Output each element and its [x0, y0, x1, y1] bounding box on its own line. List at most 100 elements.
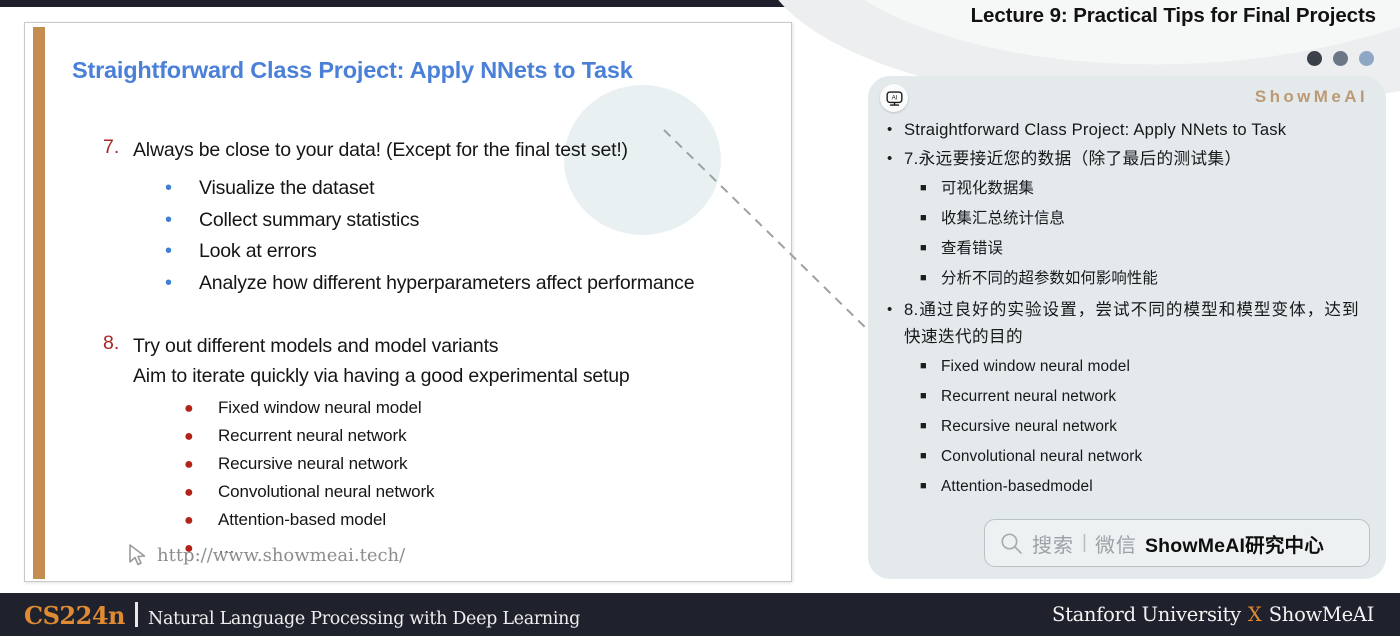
panel-subitem-label: 查看错误 — [941, 240, 1003, 257]
panel-subitem: ■ 分析不同的超参数如何影响性能 — [882, 264, 1372, 293]
square-bullet-icon: ■ — [920, 182, 927, 194]
item-8-sublist: ● Fixed window neural model ● Recurrent … — [184, 398, 435, 566]
list-item: • Look at errors — [165, 240, 694, 263]
panel-subitem: ■ Attention-basedmodel — [882, 472, 1372, 501]
sublist-label: Collect summary statistics — [199, 208, 420, 231]
square-bullet-icon: ■ — [920, 450, 927, 462]
slide-screenshot: Lecture 9: Practical Tips for Final Proj… — [0, 0, 1400, 636]
bullet-icon: • — [165, 208, 173, 231]
sublist-label: Analyze how different hyperparameters af… — [199, 271, 695, 294]
panel-subitem-label: Recursive neural network — [941, 418, 1118, 435]
panel-text-cn-item8: 8.通过良好的实验设置，尝试不同的模型和模型变体，达到快速迭代的目的 — [904, 300, 1359, 346]
list-item: ● Fixed window neural model — [184, 398, 434, 418]
bullet-icon: ● — [184, 456, 194, 473]
item-8-number: 8. — [103, 332, 120, 354]
square-bullet-icon: ■ — [920, 360, 927, 372]
panel-subitem: ■ Recurrent neural network — [882, 382, 1372, 411]
item-8-text-block: Try out different models and model varia… — [133, 332, 630, 391]
bullet-icon: • — [887, 150, 893, 167]
showmeai-brand-logo: ShowMeAI — [1254, 87, 1368, 106]
lecture-title: Lecture 9: Practical Tips for Final Proj… — [970, 4, 1376, 27]
search-channel-text: 微信 — [1094, 534, 1137, 557]
sublist-label: Look at errors — [199, 240, 317, 262]
slide-content: Straightforward Class Project: Apply NNe… — [59, 23, 785, 581]
list-item: ● Attention-based model — [184, 510, 434, 530]
bullet-icon: ● — [184, 428, 194, 445]
slide-left-accent-bar — [33, 27, 45, 579]
panel-subitem: ■ Convolutional neural network — [882, 442, 1372, 471]
sublist-label: Attention-based model — [218, 510, 387, 529]
list-item: • Collect summary statistics — [165, 209, 694, 232]
sublist-label: Convolutional neural network — [218, 482, 435, 501]
panel-subitem-label: Fixed window neural model — [941, 358, 1130, 375]
panel-subitem: ■ 可视化数据集 — [882, 174, 1372, 203]
page-indicator-dots — [1307, 51, 1374, 66]
dot-indicator-2 — [1333, 51, 1348, 66]
search-placeholder-text: 搜索 — [1032, 534, 1074, 557]
square-bullet-icon: ■ — [920, 272, 927, 284]
sublist-label: Visualize the dataset — [199, 177, 375, 199]
square-bullet-icon: ■ — [920, 480, 927, 492]
panel-text-cn-item7: 7.永远要接近您的数据（除了最后的测试集） — [904, 149, 1242, 168]
bottom-bar: CS224n Natural Language Processing with … — [0, 593, 1400, 636]
bullet-icon: • — [887, 301, 893, 318]
list-item: • Visualize the dataset — [165, 177, 694, 200]
bullet-icon: ● — [184, 400, 194, 417]
item-7-number: 7. — [103, 136, 120, 158]
ai-robot-icon: AI — [880, 84, 908, 112]
pointer-arrow-icon — [129, 544, 146, 566]
panel-bullet-row: • 8.通过良好的实验设置，尝试不同的模型和模型变体，达到快速迭代的目的 — [882, 296, 1372, 350]
search-icon — [1001, 532, 1022, 554]
bottom-bar-divider — [134, 602, 138, 627]
slide-url-text: http://www.showmeai.tech/ — [157, 544, 406, 566]
panel-subitem: ■ 查看错误 — [882, 234, 1372, 263]
org-left-text: Stanford University — [1052, 603, 1241, 626]
sublist-label: Fixed window neural model — [218, 398, 422, 417]
bullet-icon: • — [165, 177, 173, 199]
square-bullet-icon: ■ — [920, 390, 927, 402]
svg-text:AI: AI — [891, 94, 897, 101]
course-name: Natural Language Processing with Deep Le… — [147, 609, 581, 629]
bullet-icon: • — [165, 271, 173, 294]
search-input[interactable]: 搜索 | 微信 ShowMeAI研究中心 — [984, 519, 1370, 567]
panel-bullet-row: • 7.永远要接近您的数据（除了最后的测试集） — [882, 145, 1372, 172]
numbered-item-8: 8. Try out different models and model va… — [103, 332, 630, 391]
bottom-bar-right: Stanford University X ShowMeAI — [1052, 603, 1374, 626]
panel-subitem-label: Attention-basedmodel — [941, 478, 1093, 495]
panel-subitem-label: Convolutional neural network — [941, 448, 1143, 465]
square-bullet-icon: ■ — [920, 420, 927, 432]
slide-card: Straightforward Class Project: Apply NNe… — [24, 22, 792, 582]
panel-subitem-label: 分析不同的超参数如何影响性能 — [941, 270, 1158, 287]
sublist-label: Recursive neural network — [218, 454, 408, 473]
slide-url-watermark: http://www.showmeai.tech/ — [127, 543, 405, 567]
numbered-item-7: 7. Always be close to your data! (Except… — [103, 136, 628, 166]
list-item: ● Recursive neural network — [184, 454, 434, 474]
panel-subitem-label: 收集汇总统计信息 — [941, 210, 1065, 227]
list-item: ● Convolutional neural network — [184, 482, 435, 502]
bottom-bar-left: CS224n Natural Language Processing with … — [24, 599, 580, 630]
panel-subitem: ■ Recursive neural network — [882, 412, 1372, 441]
item-7-sublist: • Visualize the dataset • Collect summar… — [165, 177, 695, 303]
search-brand-text: ShowMeAI研究中心 — [1144, 534, 1324, 557]
bullet-icon: ● — [184, 484, 194, 501]
org-x-text: X — [1247, 603, 1262, 626]
item-7-text: Always be close to your data! (Except fo… — [133, 139, 628, 161]
course-code: CS224n — [24, 601, 125, 630]
panel-text-en-title: Straightforward Class Project: Apply NNe… — [904, 120, 1287, 139]
search-separator: | — [1082, 532, 1087, 553]
org-right-text: ShowMeAI — [1268, 603, 1375, 626]
bullet-icon: ● — [184, 512, 194, 529]
panel-subitem: ■ 收集汇总统计信息 — [882, 204, 1372, 233]
item-8-line-1: Try out different models and model varia… — [133, 335, 499, 357]
panel-subitem-label: 可视化数据集 — [941, 180, 1034, 197]
panel-body: • Straightforward Class Project: Apply N… — [882, 116, 1372, 502]
dot-indicator-3 — [1359, 51, 1374, 66]
panel-bullet-row: • Straightforward Class Project: Apply N… — [882, 116, 1372, 143]
list-item: ● Recurrent neural network — [184, 426, 434, 446]
square-bullet-icon: ■ — [920, 242, 927, 254]
slide-title: Straightforward Class Project: Apply NNe… — [72, 57, 633, 83]
item-8-line-2: Aim to iterate quickly via having a good… — [133, 364, 630, 387]
ai-translation-panel: AI ShowMeAI • Straightforward Class Proj… — [868, 76, 1386, 579]
dot-indicator-1 — [1307, 51, 1322, 66]
panel-subitem-label: Recurrent neural network — [941, 388, 1117, 405]
